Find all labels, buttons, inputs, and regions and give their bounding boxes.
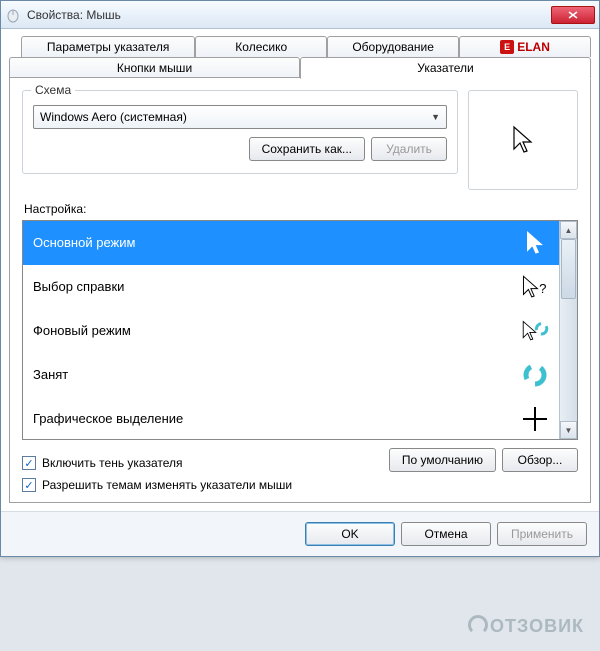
titlebar: Свойства: Мышь bbox=[1, 1, 599, 29]
enable-shadow-checkbox[interactable]: ✓ bbox=[22, 456, 36, 470]
list-item-precision[interactable]: Графическое выделение bbox=[23, 397, 559, 439]
list-item-label: Выбор справки bbox=[33, 279, 124, 294]
cursor-listbox[interactable]: Основной режим Выбор справки ? Фоновый р… bbox=[23, 221, 559, 439]
list-item-label: Занят bbox=[33, 367, 68, 382]
list-item-label: Графическое выделение bbox=[33, 411, 183, 426]
tab-elan[interactable]: E ELAN bbox=[459, 36, 591, 57]
help-cursor-icon: ? bbox=[521, 273, 549, 301]
list-item-help[interactable]: Выбор справки ? bbox=[23, 265, 559, 309]
tab-row-2: Кнопки мыши Указатели bbox=[9, 56, 591, 78]
allow-themes-checkbox[interactable]: ✓ bbox=[22, 478, 36, 492]
chevron-down-icon: ▼ bbox=[431, 112, 440, 122]
arrow-cursor-icon bbox=[511, 125, 535, 155]
tab-strip: Параметры указателя Колесико Оборудовани… bbox=[9, 35, 591, 78]
list-item-busy[interactable]: Занят bbox=[23, 353, 559, 397]
tab-buttons[interactable]: Кнопки мыши bbox=[9, 57, 300, 79]
scheme-fieldset: Схема Windows Aero (системная) ▼ Сохрани… bbox=[22, 90, 458, 174]
listbox-wrap: Основной режим Выбор справки ? Фоновый р… bbox=[22, 220, 578, 440]
ok-button[interactable]: OK bbox=[305, 522, 395, 546]
scroll-down-button[interactable]: ▼ bbox=[560, 421, 577, 439]
list-item-working[interactable]: Фоновый режим bbox=[23, 309, 559, 353]
cursor-preview bbox=[468, 90, 578, 190]
tab-pointer-options[interactable]: Параметры указателя bbox=[21, 36, 195, 57]
arrow-cursor-icon bbox=[521, 229, 549, 257]
enable-shadow-row: ✓ Включить тень указателя bbox=[22, 456, 183, 470]
below-list-row: ✓ Включить тень указателя По умолчанию О… bbox=[22, 448, 578, 472]
watermark: ОТЗОВИК bbox=[468, 616, 584, 637]
scheme-selected-value: Windows Aero (системная) bbox=[40, 110, 187, 124]
mouse-properties-window: Свойства: Мышь Параметры указателя Колес… bbox=[0, 0, 600, 557]
delete-button[interactable]: Удалить bbox=[371, 137, 447, 161]
content-area: Параметры указателя Колесико Оборудовани… bbox=[1, 29, 599, 511]
close-button[interactable] bbox=[551, 6, 595, 24]
svg-text:?: ? bbox=[539, 280, 546, 295]
list-item-normal[interactable]: Основной режим bbox=[23, 221, 559, 265]
working-cursor-icon bbox=[521, 317, 549, 345]
tab-wheel[interactable]: Колесико bbox=[195, 36, 327, 57]
cancel-button[interactable]: Отмена bbox=[401, 522, 491, 546]
elan-logo-icon: E bbox=[500, 40, 514, 54]
tab-pointers[interactable]: Указатели bbox=[300, 57, 591, 79]
scrollbar[interactable]: ▲ ▼ bbox=[559, 221, 577, 439]
scroll-thumb[interactable] bbox=[561, 239, 576, 299]
watermark-text: ОТЗОВИК bbox=[490, 616, 584, 636]
mouse-icon bbox=[5, 7, 21, 23]
allow-themes-label: Разрешить темам изменять указатели мыши bbox=[42, 478, 292, 492]
enable-shadow-label: Включить тень указателя bbox=[42, 456, 183, 470]
dialog-button-row: OK Отмена Применить bbox=[1, 511, 599, 556]
allow-themes-row: ✓ Разрешить темам изменять указатели мыш… bbox=[22, 478, 578, 492]
apply-button[interactable]: Применить bbox=[497, 522, 587, 546]
save-as-button[interactable]: Сохранить как... bbox=[249, 137, 365, 161]
watermark-ring-icon bbox=[468, 615, 488, 635]
list-item-label: Фоновый режим bbox=[33, 323, 131, 338]
scheme-dropdown[interactable]: Windows Aero (системная) ▼ bbox=[33, 105, 447, 129]
pointers-panel: Схема Windows Aero (системная) ▼ Сохрани… bbox=[9, 77, 591, 503]
scroll-up-button[interactable]: ▲ bbox=[560, 221, 577, 239]
busy-cursor-icon bbox=[521, 361, 549, 389]
scroll-track[interactable] bbox=[560, 299, 577, 421]
scheme-row: Схема Windows Aero (системная) ▼ Сохрани… bbox=[22, 90, 578, 190]
customize-label: Настройка: bbox=[24, 202, 578, 216]
tab-row-1: Параметры указателя Колесико Оборудовани… bbox=[9, 35, 591, 56]
browse-button[interactable]: Обзор... bbox=[502, 448, 578, 472]
window-title: Свойства: Мышь bbox=[27, 8, 551, 22]
list-action-buttons: По умолчанию Обзор... bbox=[389, 448, 578, 472]
precision-cursor-icon bbox=[521, 405, 549, 433]
list-item-label: Основной режим bbox=[33, 235, 135, 250]
defaults-button[interactable]: По умолчанию bbox=[389, 448, 496, 472]
scheme-buttons: Сохранить как... Удалить bbox=[33, 137, 447, 161]
scheme-legend: Схема bbox=[31, 83, 75, 97]
tab-elan-label: ELAN bbox=[517, 40, 550, 54]
tab-hardware[interactable]: Оборудование bbox=[327, 36, 459, 57]
